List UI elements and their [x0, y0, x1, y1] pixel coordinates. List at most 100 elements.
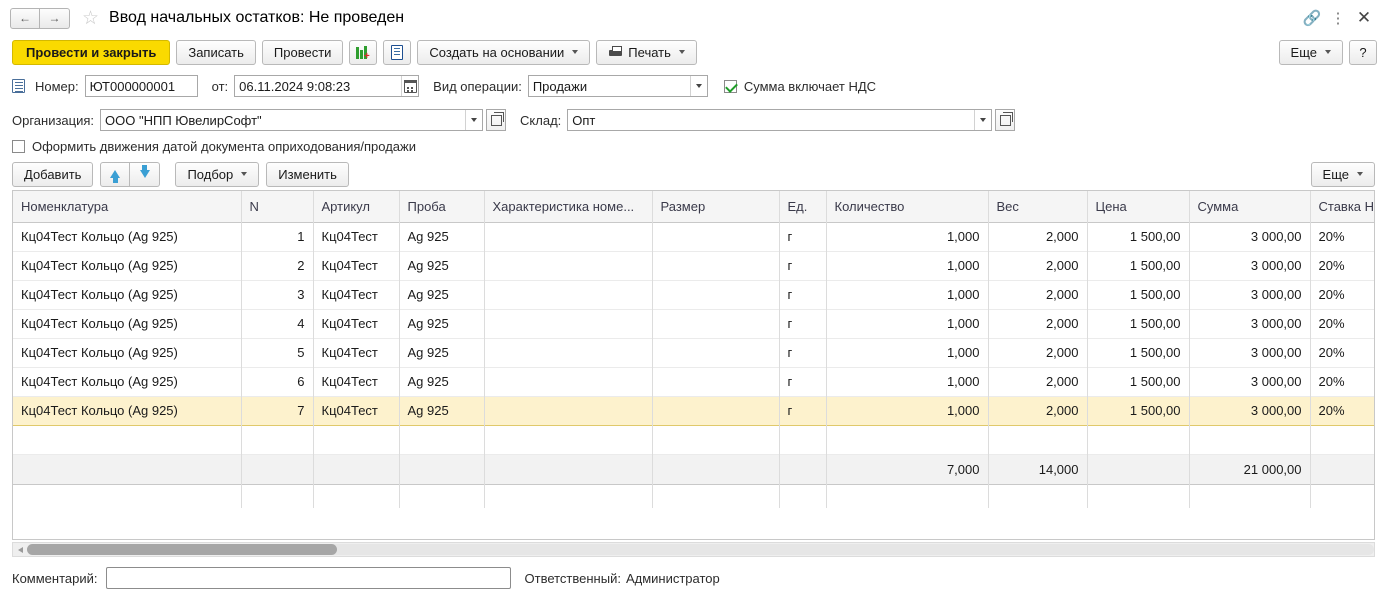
cell-n: 6 [241, 367, 313, 397]
document-header-row-3: Оформить движения датой документа оприхо… [0, 134, 1385, 158]
forward-button[interactable]: → [40, 7, 70, 29]
column-header-weight[interactable]: Вес [988, 191, 1088, 223]
chevron-down-icon [678, 50, 685, 54]
scrollbar-thumb[interactable] [27, 544, 337, 555]
print-button[interactable]: Печать [596, 39, 697, 65]
warehouse-select[interactable]: Опт [567, 109, 993, 131]
date-label: от: [211, 78, 229, 94]
column-header-fineness[interactable]: Проба [399, 191, 485, 223]
cell-quantity: 1,000 [826, 309, 988, 339]
table-row[interactable]: Кц04Тест Кольцо (Ag 925) 3 Кц04Тест Ag 9… [13, 280, 1374, 310]
cell-size [652, 222, 779, 252]
column-header-sum[interactable]: Сумма [1189, 191, 1311, 223]
column-header-size[interactable]: Размер [652, 191, 780, 223]
chevron-down-icon [1325, 50, 1331, 54]
edit-rows-button[interactable]: Изменить [266, 161, 349, 187]
print-label: Печать [628, 44, 671, 60]
cell-size [652, 280, 779, 310]
cell-characteristic [484, 280, 652, 310]
totals-sum: 21 000,00 [1189, 453, 1311, 485]
create-based-on-button[interactable]: Создать на основании [417, 39, 591, 65]
help-button[interactable]: ? [1349, 39, 1377, 65]
calendar-picker-button[interactable] [401, 76, 418, 96]
chevron-down-icon [572, 50, 579, 54]
column-header-characteristic[interactable]: Характеристика номе... [484, 191, 653, 223]
empty-space [13, 425, 1374, 455]
cell-weight: 2,000 [988, 338, 1087, 368]
cell-article: Кц04Тест [313, 338, 399, 368]
column-header-price[interactable]: Цена [1087, 191, 1190, 223]
operation-type-dropdown-button[interactable] [689, 76, 707, 96]
write-button[interactable]: Записать [176, 39, 256, 65]
green-bars-plus-icon: + [355, 45, 371, 61]
more-menu-button[interactable]: Еще [1278, 39, 1343, 65]
organization-dropdown-button[interactable] [465, 110, 482, 130]
horizontal-scrollbar[interactable] [12, 542, 1375, 557]
cell-price: 1 500,00 [1087, 222, 1189, 252]
comment-input[interactable] [105, 567, 511, 589]
cell-fineness: Ag 925 [399, 338, 484, 368]
cell-sum: 3 000,00 [1189, 395, 1310, 426]
add-row-button[interactable]: Добавить [12, 161, 94, 187]
close-icon[interactable]: ✕ [1351, 5, 1377, 31]
number-input[interactable]: ЮТ000000001 [84, 75, 198, 97]
link-icon[interactable]: 🔗 [1299, 5, 1325, 31]
register-records-button[interactable] [383, 39, 412, 65]
table-row[interactable]: Кц04Тест Кольцо (Ag 925) 5 Кц04Тест Ag 9… [13, 338, 1374, 368]
organization-label: Организация: [12, 112, 95, 128]
column-header-article[interactable]: Артикул [313, 191, 400, 223]
table-row[interactable]: Кц04Тест Кольцо (Ag 925) 4 Кц04Тест Ag 9… [13, 309, 1374, 339]
pick-items-button[interactable]: Подбор [175, 161, 260, 187]
post-and-close-button[interactable]: Провести и закрыть [12, 39, 171, 65]
move-row-down-button[interactable] [130, 161, 161, 187]
table-row[interactable]: Кц04Тест Кольцо (Ag 925) 6 Кц04Тест Ag 9… [13, 367, 1374, 397]
column-header-quantity[interactable]: Количество [826, 191, 989, 223]
cell-characteristic [484, 309, 652, 339]
chevron-down-icon [980, 118, 987, 122]
organization-select[interactable]: ООО "НПП ЮвелирСофт" [100, 109, 484, 131]
cell-nomenclature: Кц04Тест Кольцо (Ag 925) [13, 395, 241, 426]
cell-size [652, 367, 779, 397]
kebab-menu-icon[interactable]: ⋮ [1325, 5, 1351, 31]
post-button[interactable]: Провести [261, 39, 344, 65]
table-row-selected[interactable]: Кц04Тест Кольцо (Ag 925) 7 Кц04Тест Ag 9… [13, 395, 1374, 426]
warehouse-dropdown-button[interactable] [974, 110, 991, 130]
scroll-left-button[interactable] [13, 546, 27, 553]
back-button[interactable]: ← [10, 7, 40, 29]
cell-nomenclature: Кц04Тест Кольцо (Ag 925) [13, 280, 241, 310]
table-row[interactable]: Кц04Тест Кольцо (Ag 925) 1 Кц04Тест Ag 9… [13, 222, 1374, 252]
column-header-unit[interactable]: Ед. [779, 191, 827, 223]
movements-report-button[interactable]: + [349, 39, 378, 65]
cell-nomenclature: Кц04Тест Кольцо (Ag 925) [13, 222, 241, 252]
cell-vat-rate: 20% [1310, 280, 1374, 310]
operation-type-select[interactable]: Продажи [527, 75, 708, 97]
date-input[interactable]: 06.11.2024 9:08:23 [234, 75, 420, 97]
column-header-vat-rate[interactable]: Ставка НДС [1310, 191, 1374, 223]
cell-characteristic [484, 251, 652, 281]
scrollbar-track[interactable] [27, 544, 1374, 555]
move-row-buttons [100, 161, 161, 187]
open-picker-icon [999, 111, 1013, 126]
items-table[interactable]: Номенклатура N Артикул Проба Характерист… [12, 190, 1375, 540]
favorite-star-icon[interactable]: ☆ [82, 9, 99, 28]
table-empty-area[interactable] [13, 425, 1374, 455]
table-row[interactable]: Кц04Тест Кольцо (Ag 925) 2 Кц04Тест Ag 9… [13, 251, 1374, 281]
cell-price: 1 500,00 [1087, 338, 1189, 368]
cell-sum: 3 000,00 [1189, 280, 1310, 310]
cell-sum: 3 000,00 [1189, 338, 1310, 368]
cell-vat-rate: 20% [1310, 251, 1374, 281]
cell-characteristic [484, 395, 652, 426]
create-based-on-label: Создать на основании [429, 44, 565, 60]
table-body: Кц04Тест Кольцо (Ag 925) 1 Кц04Тест Ag 9… [13, 222, 1374, 485]
organization-open-button[interactable] [486, 109, 507, 131]
warehouse-open-button[interactable] [995, 109, 1016, 131]
cell-article: Кц04Тест [313, 395, 399, 426]
navigation-buttons: ← → [10, 7, 70, 29]
move-row-up-button[interactable] [100, 161, 131, 187]
column-header-nomenclature[interactable]: Номенклатура [13, 191, 242, 223]
movements-date-checkbox[interactable] [12, 139, 25, 153]
totals-size [652, 453, 780, 485]
table-more-menu-button[interactable]: Еще [1310, 161, 1375, 187]
vat-included-checkbox[interactable] [723, 79, 737, 93]
column-header-n[interactable]: N [241, 191, 314, 223]
